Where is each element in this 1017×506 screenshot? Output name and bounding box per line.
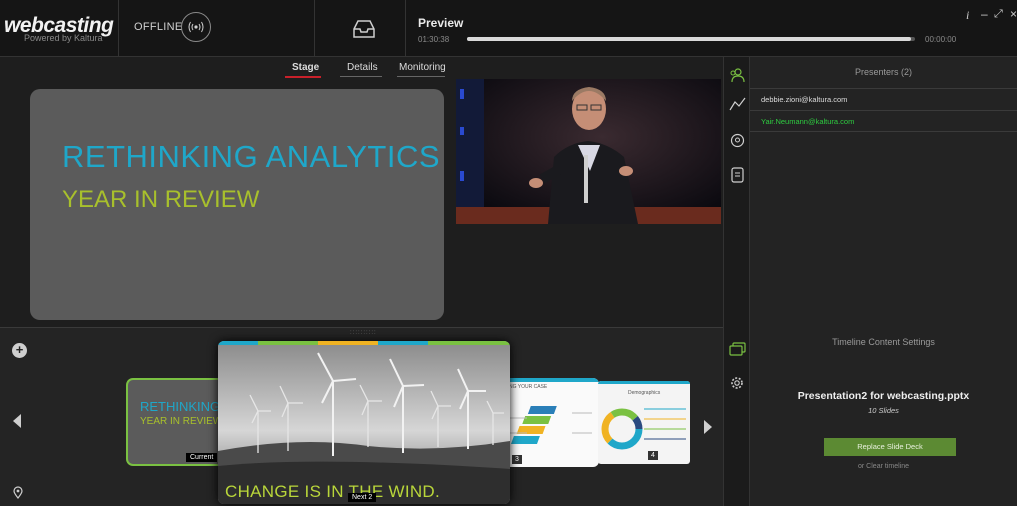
thumbnail-heading: Demographics [628,390,661,396]
current-slide-badge: Current [186,453,218,462]
presenters-icon[interactable] [729,67,745,83]
slide-number-badge: 4 [648,451,658,460]
broadcast-status: OFFLINE [134,21,183,33]
presenter-item-active[interactable]: Yair.Neumann@kaltura.com [750,110,1017,132]
broadcast-icon[interactable] [181,12,211,42]
slide-number-badge: 3 [512,455,522,464]
stage-sidebar [723,57,750,327]
progress-fill [467,37,911,41]
presentation-name: Presentation2 for webcasting.pptx [797,390,970,402]
presenters-title: Presenters (2) [854,67,913,77]
divider [118,0,119,57]
tab-details[interactable]: Details [347,62,378,73]
resize-handle[interactable]: :::::::::: [350,330,377,336]
timeline-sidebar [723,327,750,506]
divider [405,0,406,57]
slides-icon[interactable] [729,342,746,356]
gear-icon[interactable] [730,376,744,390]
preview-progress-bar[interactable] [467,37,915,41]
slide-count: 10 Slides [868,406,899,415]
thumbnail-title: RETHINKING [140,399,221,414]
replace-slide-deck-button[interactable]: Replace Slide Deck [824,438,956,456]
thumbnail-heading: NG YOUR CASE [509,384,548,390]
thumbnail-subtitle: YEAR IN REVIEW [140,416,223,427]
chat-icon[interactable] [730,133,745,148]
notes-icon[interactable] [731,167,744,183]
broadcast-waves-icon [188,21,204,33]
analytics-icon[interactable] [729,97,746,111]
thumbnail-caption: CHANGE IS IN THE WIND. [225,482,441,501]
active-tab-indicator [285,76,321,78]
settings-title: Timeline Content Settings [832,337,935,347]
time-remaining: 00:00:00 [925,35,957,44]
clear-timeline-link[interactable]: or Clear timeline [750,463,1017,470]
tab-underline [340,76,382,77]
maximize-icon[interactable]: ⤢ [994,8,1003,21]
divider [314,0,315,57]
presenter-item[interactable]: debbie.zioni@kaltura.com [750,88,1017,110]
minimize-icon[interactable]: – [981,7,988,21]
time-elapsed: 01:30:38 [418,35,450,44]
logo-subtitle: Powered by Kaltura [24,33,103,43]
previous-slide-icon[interactable] [13,414,21,428]
tab-stage[interactable]: Stage [292,62,319,73]
timeline-settings-panel [750,327,1017,506]
slide-subtitle: YEAR IN REVIEW [62,186,260,213]
inbox-icon[interactable] [352,19,376,39]
slide-thumbnail-next[interactable] [218,341,510,504]
next-slide-badge: Next 2 [348,493,377,502]
pin-icon[interactable] [13,486,23,502]
tab-monitoring[interactable]: Monitoring [399,62,446,73]
info-icon[interactable]: i [966,8,969,23]
preview-title: Preview [418,16,464,30]
slide-thumbnail-3[interactable] [497,378,599,467]
close-icon[interactable]: × [1010,7,1017,21]
slide-title: RETHINKING ANALYTICS [62,139,441,174]
presenter-video [456,79,721,224]
add-icon[interactable]: + [12,343,27,358]
next-slide-icon[interactable] [704,420,712,434]
tab-underline [397,76,445,77]
